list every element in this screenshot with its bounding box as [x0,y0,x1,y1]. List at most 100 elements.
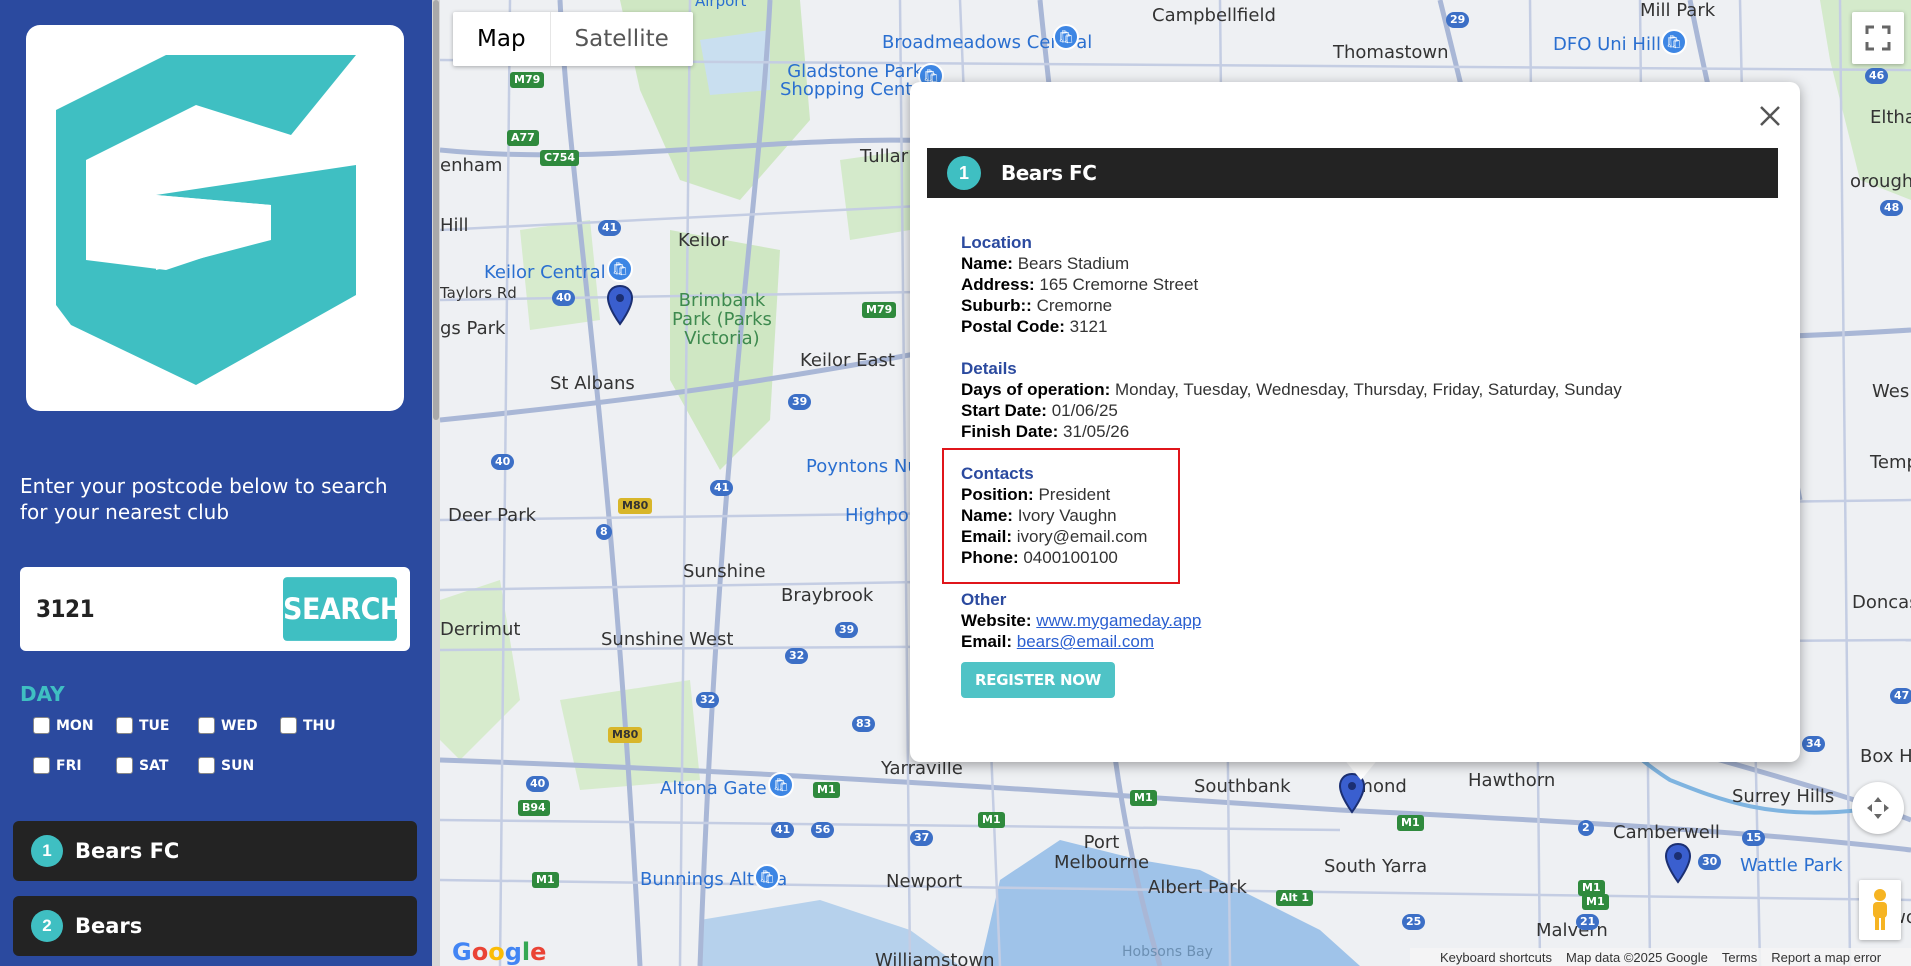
map-label: gs Park [440,318,506,339]
road-shield: 56 [811,822,835,838]
location-section: Location Name: Bears Stadium Address: 16… [961,232,1622,337]
location-postal-code: 3121 [1069,317,1108,336]
map-label: Albert Park [1148,877,1247,898]
road-shield: M1 [1130,790,1157,806]
checkbox[interactable] [280,717,297,734]
club-map-pin[interactable] [606,284,634,326]
day-checkbox-fri[interactable]: FRI [33,757,82,774]
map-label: Gladstone Park Shopping Centre [780,61,931,100]
shopping-bag-icon[interactable]: 🛍 [607,256,633,282]
website-link[interactable]: www.mygameday.app [1036,611,1201,630]
road-shield: 30 [1698,854,1722,870]
map-type-control: Map Satellite [453,12,693,66]
details-section: Details Days of operation: Monday, Tuesd… [961,359,1622,441]
map-label: Braybrook [781,585,874,606]
shopping-bag-icon[interactable]: 🛍 [1661,29,1687,55]
map-label: Wes [1872,381,1910,402]
finish-date: 31/05/26 [1063,422,1130,441]
day-checkbox-sat[interactable]: SAT [116,757,168,774]
map-label: Hawthorn [1468,770,1556,791]
section-heading: Details [961,359,1017,378]
day-checkbox-sun[interactable]: SUN [198,757,254,774]
road-shield: 32 [696,692,720,708]
checkbox[interactable] [33,717,50,734]
terms-link[interactable]: Terms [1722,950,1757,965]
shopping-bag-icon[interactable]: 🛍 [1053,24,1079,50]
shopping-bag-icon[interactable]: 🛍 [754,864,780,890]
street-view-pegman-button[interactable] [1859,880,1901,940]
day-filter-title: DAY [20,682,65,706]
road-shield: 40 [552,290,576,306]
road-shield: Alt 1 [1276,890,1314,906]
club-number-badge: 1 [31,835,63,867]
sidebar: Enter your postcode below to search for … [0,0,432,966]
club-list-item[interactable]: 1 Bears FC [13,821,417,881]
day-checkbox-tue[interactable]: TUE [116,717,169,734]
club-number-badge: 2 [31,910,63,942]
road-shield: 29 [1446,12,1470,28]
map-label: Airport [695,0,747,10]
road-shield: 48 [1880,200,1904,216]
map-label: Camberwell [1613,822,1720,843]
report-map-error-link[interactable]: Report a map error [1771,950,1881,965]
map-label: Keilor Central [484,262,606,283]
map-label: Keilor East [800,350,895,371]
road-shield: 39 [835,622,859,638]
map-label: Doncas [1852,592,1911,613]
register-now-button[interactable]: REGISTER NOW [961,662,1115,698]
day-checkbox-thu[interactable]: THU [280,717,336,734]
road-shield: 40 [491,454,515,470]
map-label: Eltha [1870,107,1911,128]
road-shield: 47 [1890,688,1911,704]
checkbox[interactable] [198,717,215,734]
day-checkbox-mon[interactable]: MON [33,717,94,734]
sidebar-scroll-thumb[interactable] [433,0,439,420]
map-type-map-button[interactable]: Map [453,12,551,66]
map-label: Box Hi [1860,746,1911,767]
map-label: Port Melbourne [1054,832,1150,873]
checkbox[interactable] [116,717,133,734]
postcode-search-box: SEARCH [20,567,410,651]
close-icon [1760,106,1780,126]
map-label: Keilor [678,230,729,251]
map-label: Surrey Hills [1732,786,1835,807]
club-map-pin[interactable] [1664,842,1692,884]
shopping-bag-icon[interactable]: 🛍 [768,772,794,798]
camera-control-button[interactable] [1852,782,1904,834]
checkbox[interactable] [116,757,133,774]
map-label: Southbank [1194,776,1291,797]
search-button[interactable]: SEARCH [283,577,403,641]
map-label: St Albans [550,373,635,394]
road-shield: 37 [910,830,934,846]
checkbox[interactable] [198,757,215,774]
close-button[interactable] [1752,98,1788,134]
club-name: Bears FC [75,839,180,863]
map-label: Derrimut [440,619,521,640]
road-shield: 32 [785,648,809,664]
section-heading: Location [961,233,1032,252]
map-type-satellite-button[interactable]: Satellite [551,12,693,66]
road-shield: M1 [1582,894,1609,910]
club-finder-logo [26,25,404,411]
road-shield: M79 [510,72,545,88]
club-title: Bears FC [1001,161,1097,185]
day-checkbox-wed[interactable]: WED [198,717,258,734]
fullscreen-button[interactable] [1852,12,1904,64]
google-logo: Google [452,938,547,966]
map-label: enham [440,155,503,176]
postcode-input[interactable] [36,585,286,633]
road-shield: 2 [1578,820,1594,836]
map-label: Taylors Rd [440,284,517,302]
map-label: orough [1850,171,1911,192]
map-label: Sunshine West [601,629,734,650]
club-list-item[interactable]: 2 Bears [13,896,417,956]
map-label: Highpo [845,505,909,526]
map-data-attribution: Map data ©2025 Google [1566,949,1708,965]
road-shield: M79 [862,302,897,318]
club-email-link[interactable]: bears@email.com [1017,632,1154,651]
keyboard-shortcuts-link[interactable]: Keyboard shortcuts [1440,950,1552,965]
search-intro-text: Enter your postcode below to search for … [20,474,388,524]
checkbox[interactable] [33,757,50,774]
other-section: Other Website: www.mygameday.app Email: … [961,589,1622,652]
road-shield: M1 [813,782,840,798]
